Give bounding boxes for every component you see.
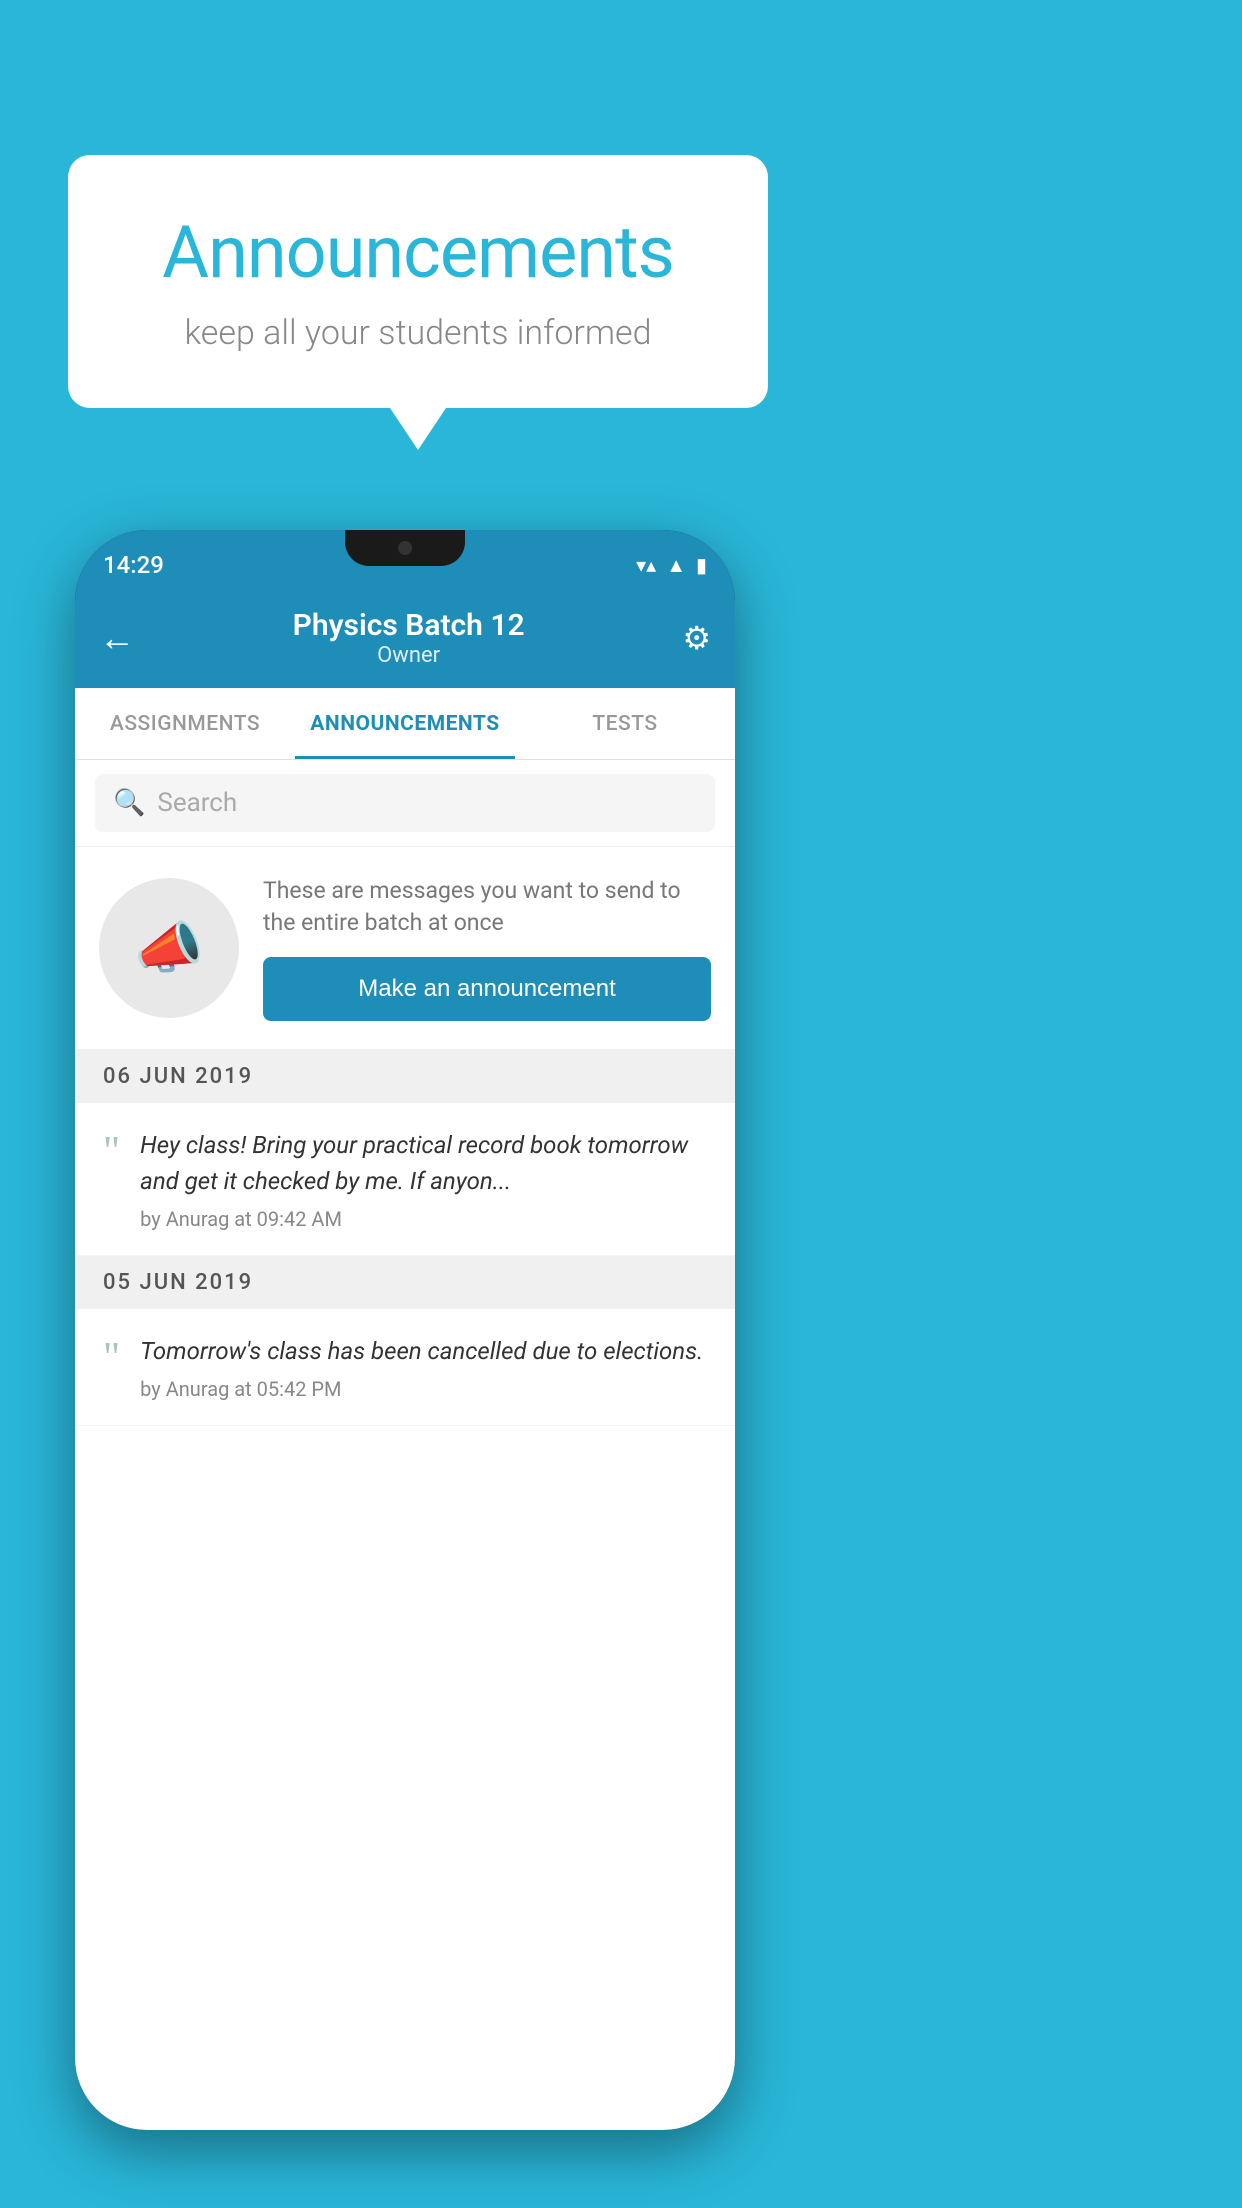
search-placeholder: Search (157, 788, 237, 818)
message-text-1: Hey class! Bring your practical record b… (140, 1127, 707, 1199)
app-header: ← Physics Batch 12 Owner ⚙ (75, 588, 735, 688)
status-icons: ▾▴ ▲ ▮ (636, 553, 707, 578)
tab-announcements[interactable]: ANNOUNCEMENTS (295, 688, 515, 759)
tabs-bar: ASSIGNMENTS ANNOUNCEMENTS TESTS (75, 688, 735, 760)
camera-dot (398, 541, 412, 555)
promo-right: These are messages you want to send to t… (263, 875, 711, 1021)
make-announcement-button[interactable]: Make an announcement (263, 957, 711, 1021)
quote-icon-2: " (103, 1337, 120, 1379)
announcement-promo: 📣 These are messages you want to send to… (75, 847, 735, 1050)
announcements-subtitle: keep all your students informed (128, 313, 708, 353)
status-bar: 14:29 ▾▴ ▲ ▮ (75, 530, 735, 588)
quote-icon-1: " (103, 1131, 120, 1173)
speech-bubble-container: Announcements keep all your students inf… (68, 155, 768, 408)
promo-description: These are messages you want to send to t… (263, 875, 711, 939)
message-text-2: Tomorrow's class has been cancelled due … (140, 1333, 707, 1369)
owner-label: Owner (293, 643, 525, 668)
search-input-wrap[interactable]: 🔍 Search (95, 774, 715, 832)
message-meta-2: by Anurag at 05:42 PM (140, 1377, 707, 1401)
message-meta-1: by Anurag at 09:42 AM (140, 1207, 707, 1231)
date-separator-1: 06 JUN 2019 (75, 1050, 735, 1103)
phone-frame: 14:29 ▾▴ ▲ ▮ ← Physics Batch 12 Owner ⚙ … (75, 530, 735, 2130)
wifi-icon: ▾▴ (636, 553, 656, 577)
search-icon: 🔍 (113, 788, 145, 818)
promo-icon-circle: 📣 (99, 878, 239, 1018)
tab-assignments[interactable]: ASSIGNMENTS (75, 688, 295, 759)
header-center: Physics Batch 12 Owner (293, 608, 525, 668)
date-separator-2: 05 JUN 2019 (75, 1256, 735, 1309)
announcements-title: Announcements (128, 210, 708, 295)
status-time: 14:29 (103, 551, 164, 579)
announcement-item-2: " Tomorrow's class has been cancelled du… (75, 1309, 735, 1426)
speech-bubble: Announcements keep all your students inf… (68, 155, 768, 408)
settings-icon[interactable]: ⚙ (682, 619, 711, 657)
phone-content: 🔍 Search 📣 These are messages you want t… (75, 760, 735, 2130)
notch (345, 530, 465, 566)
tab-tests[interactable]: TESTS (515, 688, 735, 759)
back-button[interactable]: ← (99, 617, 135, 659)
battery-icon: ▮ (696, 553, 707, 577)
phone-inner: 14:29 ▾▴ ▲ ▮ ← Physics Batch 12 Owner ⚙ … (75, 530, 735, 2130)
search-bar: 🔍 Search (75, 760, 735, 847)
message-content-2: Tomorrow's class has been cancelled due … (140, 1333, 707, 1401)
announcement-item-1: " Hey class! Bring your practical record… (75, 1103, 735, 1256)
message-content-1: Hey class! Bring your practical record b… (140, 1127, 707, 1231)
megaphone-icon: 📣 (134, 915, 204, 981)
batch-title: Physics Batch 12 (293, 608, 525, 643)
signal-icon: ▲ (666, 553, 686, 578)
